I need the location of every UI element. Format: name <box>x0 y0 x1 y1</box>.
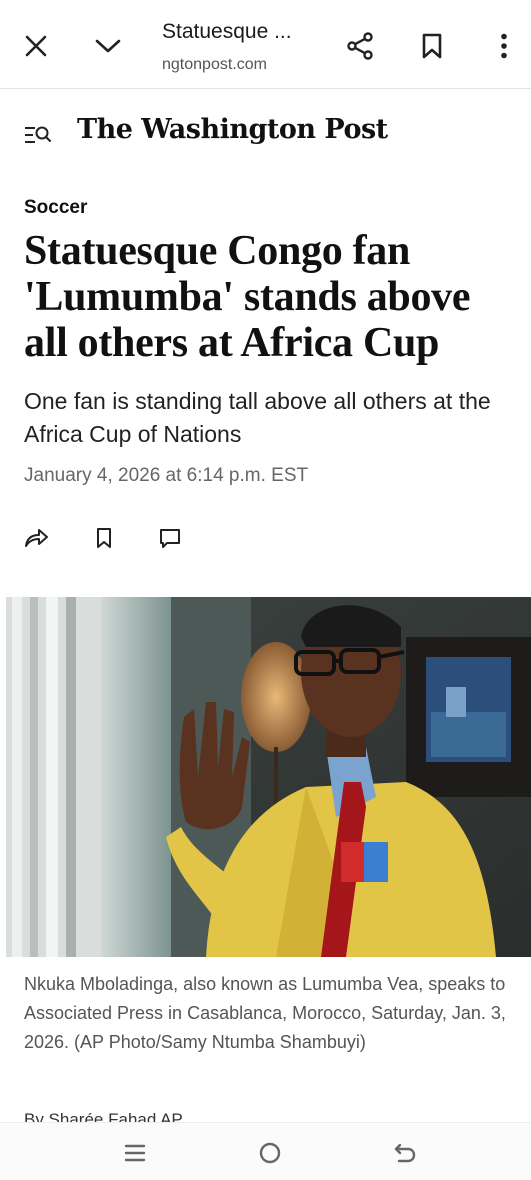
article-dek: One fan is standing tall above all other… <box>24 388 491 447</box>
article-date: January 4, 2026 at 6:14 p.m. EST <box>24 465 309 486</box>
close-button[interactable] <box>14 24 58 68</box>
byline: By Sharée Fahad AP <box>24 1110 183 1122</box>
collapse-button[interactable] <box>86 24 130 68</box>
recents-button[interactable] <box>115 1133 155 1173</box>
photo-caption: Nkuka Mboladinga, also known as Lumumba … <box>24 974 506 1052</box>
more-options-button[interactable] <box>482 24 526 68</box>
share-icon <box>347 32 373 60</box>
page-title[interactable]: Statuesque ... <box>162 20 292 44</box>
photo-illustration <box>6 597 531 957</box>
chevron-down-icon <box>95 39 121 53</box>
article-photo[interactable] <box>6 597 531 957</box>
menu-button[interactable] <box>22 120 52 150</box>
article-headline: Statuesque Congo fan 'Lumumba' stands ab… <box>24 228 471 366</box>
home-button[interactable] <box>250 1133 290 1173</box>
comment-icon <box>160 529 180 548</box>
bookmark-button[interactable] <box>410 24 454 68</box>
share-icon <box>25 529 48 547</box>
page-url[interactable]: ngtonpost.com <box>162 56 267 74</box>
comments-button[interactable] <box>156 524 184 552</box>
close-icon <box>25 35 47 57</box>
home-icon <box>259 1142 281 1164</box>
system-navigation-bar <box>0 1122 531 1180</box>
browser-toolbar: Statuesque ... ngtonpost.com <box>0 0 531 89</box>
save-article-button[interactable] <box>90 524 118 552</box>
section-kicker[interactable]: Soccer <box>24 197 87 219</box>
recents-icon <box>124 1144 146 1162</box>
menu-search-icon <box>25 126 51 143</box>
site-logo[interactable]: The Washington Post <box>77 114 388 145</box>
more-vertical-icon <box>501 33 507 59</box>
back-button[interactable] <box>385 1133 425 1173</box>
share-article-button[interactable] <box>22 524 50 552</box>
bookmark-icon <box>422 33 442 59</box>
back-icon <box>394 1143 416 1163</box>
site-header: The Washington Post <box>0 100 531 170</box>
share-button[interactable] <box>338 24 382 68</box>
bookmark-icon <box>97 528 111 548</box>
